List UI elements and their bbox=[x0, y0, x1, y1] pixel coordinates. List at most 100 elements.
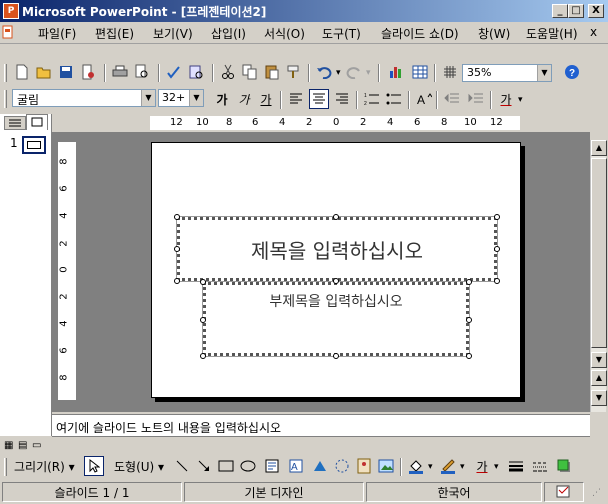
resize-handle[interactable] bbox=[174, 214, 180, 220]
slides-tab[interactable] bbox=[26, 114, 48, 130]
toolbar-grip[interactable] bbox=[4, 90, 7, 108]
decrease-indent-icon[interactable] bbox=[442, 89, 462, 109]
subtitle-placeholder[interactable]: 부제목을 입력하십시오 bbox=[202, 281, 470, 357]
open-icon[interactable] bbox=[34, 62, 54, 82]
menu-insert[interactable]: 삽입(I) bbox=[211, 25, 246, 42]
numbering-icon[interactable]: 12 bbox=[362, 89, 382, 109]
format-painter-icon[interactable] bbox=[284, 62, 304, 82]
slide-show-view-icon[interactable]: ▭ bbox=[32, 440, 41, 451]
line-icon[interactable] bbox=[172, 456, 192, 476]
insert-picture-icon[interactable] bbox=[354, 456, 374, 476]
resize-handle[interactable] bbox=[200, 317, 206, 323]
resize-handle[interactable] bbox=[200, 353, 206, 359]
resize-handle[interactable] bbox=[333, 214, 339, 220]
spelling-icon[interactable] bbox=[164, 62, 184, 82]
menu-slideshow[interactable]: 슬라이드 쇼(D) bbox=[381, 25, 459, 42]
horizontal-ruler[interactable]: 12 10 8 6 4 2 0 2 4 6 8 10 12 bbox=[150, 116, 520, 130]
menu-format[interactable]: 서식(O) bbox=[264, 25, 305, 42]
new-icon[interactable] bbox=[12, 62, 32, 82]
notes-pane[interactable]: 여기에 슬라이드 노트의 내용을 입력하십시오 bbox=[52, 414, 590, 436]
font-dropdown-icon[interactable]: ▼ bbox=[141, 90, 155, 106]
show-grid-icon[interactable] bbox=[440, 62, 460, 82]
zoom-combo[interactable]: 35% ▼ bbox=[462, 64, 552, 82]
font-color-draw-button[interactable]: 가 bbox=[472, 456, 492, 476]
normal-view-icon[interactable]: ▦ bbox=[4, 440, 13, 451]
oval-icon[interactable] bbox=[238, 456, 258, 476]
align-left-icon[interactable] bbox=[286, 89, 306, 109]
resize-handle[interactable] bbox=[174, 278, 180, 284]
maximize-button[interactable]: □ bbox=[568, 4, 584, 18]
vertical-scrollbar[interactable]: ▲ ▼ ▲ ▼ bbox=[590, 140, 607, 412]
toolbar-grip[interactable] bbox=[4, 458, 7, 476]
slide-thumbnail[interactable] bbox=[22, 136, 46, 154]
copy-icon[interactable] bbox=[240, 62, 260, 82]
fill-color-dropdown-icon[interactable]: ▾ bbox=[428, 462, 433, 472]
rectangle-icon[interactable] bbox=[216, 456, 236, 476]
font-combo[interactable]: 굴림 ▼ bbox=[12, 89, 156, 107]
save-icon[interactable] bbox=[56, 62, 76, 82]
scroll-up-icon[interactable]: ▲ bbox=[591, 140, 607, 156]
paste-icon[interactable] bbox=[262, 62, 282, 82]
italic-button[interactable]: 가 bbox=[234, 89, 254, 109]
vertical-ruler[interactable]: 8 6 4 2 0 2 4 6 8 bbox=[58, 142, 76, 400]
font-color-button[interactable]: 가 bbox=[496, 89, 516, 109]
diagram-icon[interactable] bbox=[310, 456, 330, 476]
font-color-dropdown-icon[interactable]: ▾ bbox=[518, 95, 523, 105]
align-center-icon[interactable] bbox=[309, 89, 329, 109]
bullets-icon[interactable] bbox=[384, 89, 404, 109]
dash-style-icon[interactable] bbox=[530, 456, 550, 476]
resize-handle[interactable] bbox=[333, 278, 339, 284]
resize-handle[interactable] bbox=[200, 279, 206, 285]
draw-menu-button[interactable]: 그리기(R) ▾ bbox=[14, 458, 75, 475]
previous-slide-icon[interactable]: ▲ bbox=[591, 370, 607, 386]
menu-tools[interactable]: 도구(T) bbox=[322, 25, 361, 42]
undo-dropdown-icon[interactable]: ▾ bbox=[336, 68, 341, 78]
print-preview-icon[interactable] bbox=[132, 62, 152, 82]
toolbar-grip[interactable] bbox=[4, 64, 7, 82]
font-color-draw-dropdown-icon[interactable]: ▾ bbox=[494, 462, 499, 472]
menu-view[interactable]: 보기(V) bbox=[153, 25, 193, 42]
document-icon[interactable] bbox=[2, 25, 14, 41]
minimize-button[interactable]: _ bbox=[552, 4, 568, 18]
text-box-icon[interactable] bbox=[262, 456, 282, 476]
resize-handle[interactable] bbox=[466, 317, 472, 323]
resize-handle[interactable] bbox=[333, 353, 339, 359]
undo-icon[interactable] bbox=[314, 62, 334, 82]
wordart-icon[interactable]: A bbox=[286, 456, 306, 476]
resize-handle[interactable] bbox=[494, 246, 500, 252]
document-close-button[interactable]: x bbox=[590, 25, 597, 39]
slide-sorter-view-icon[interactable]: ▤ bbox=[18, 440, 27, 451]
line-color-icon[interactable] bbox=[438, 456, 458, 476]
fill-color-icon[interactable] bbox=[406, 456, 426, 476]
menu-window[interactable]: 창(W) bbox=[478, 25, 510, 42]
line-color-dropdown-icon[interactable]: ▾ bbox=[460, 462, 465, 472]
arrow-icon[interactable] bbox=[194, 456, 214, 476]
font-size-dropdown-icon[interactable]: ▼ bbox=[189, 90, 203, 106]
spelling-status-icon[interactable] bbox=[544, 482, 584, 502]
resize-handle[interactable] bbox=[174, 246, 180, 252]
shadow-style-icon[interactable] bbox=[554, 456, 574, 476]
menu-edit[interactable]: 편집(E) bbox=[95, 25, 134, 42]
resize-grip-icon[interactable]: ⋰ bbox=[592, 488, 601, 498]
scroll-down-icon[interactable]: ▼ bbox=[591, 352, 607, 368]
underline-button[interactable]: 가 bbox=[256, 89, 276, 109]
autoshapes-menu-button[interactable]: 도형(U) ▾ bbox=[114, 458, 164, 475]
increase-font-size-icon[interactable]: A bbox=[414, 89, 434, 109]
bold-button[interactable]: 가 bbox=[212, 89, 232, 109]
research-icon[interactable] bbox=[186, 62, 206, 82]
font-size-combo[interactable]: 32+ ▼ bbox=[158, 89, 204, 107]
title-placeholder[interactable]: 제목을 입력하십시오 bbox=[176, 216, 498, 282]
permission-icon[interactable] bbox=[78, 62, 98, 82]
insert-chart-icon[interactable] bbox=[386, 62, 406, 82]
resize-handle[interactable] bbox=[466, 279, 472, 285]
menu-file[interactable]: 파일(F) bbox=[38, 25, 76, 42]
line-style-icon[interactable] bbox=[506, 456, 526, 476]
redo-icon[interactable] bbox=[344, 62, 364, 82]
zoom-dropdown-icon[interactable]: ▼ bbox=[537, 65, 551, 81]
increase-indent-icon[interactable] bbox=[466, 89, 486, 109]
redo-dropdown-icon[interactable]: ▾ bbox=[366, 68, 371, 78]
help-icon[interactable]: ? bbox=[562, 62, 582, 82]
close-button[interactable]: X bbox=[588, 4, 604, 18]
resize-handle[interactable] bbox=[466, 353, 472, 359]
scroll-thumb[interactable] bbox=[591, 158, 607, 348]
